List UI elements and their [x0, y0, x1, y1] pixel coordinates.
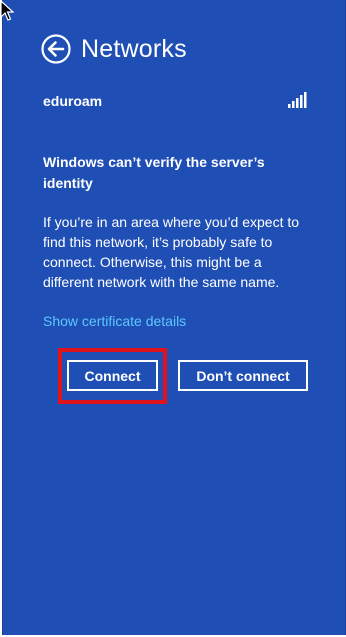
network-name: eduroam [43, 93, 103, 109]
network-item: eduroam [43, 92, 308, 112]
page-title: Networks [81, 34, 187, 63]
connect-button[interactable]: Connect [67, 360, 158, 391]
warning-body: If you’re in an area where you’d expect … [43, 214, 300, 290]
warning-heading: Windows can’t verify the server’s identi… [43, 154, 265, 191]
mouse-cursor-icon [0, 0, 14, 21]
show-certificate-link[interactable]: Show certificate details [43, 313, 186, 329]
dont-connect-button[interactable]: Don’t connect [178, 360, 308, 391]
wifi-signal-full-icon [288, 92, 307, 108]
panel-header: Networks [41, 32, 187, 66]
networks-panel: Networks eduroam Windows can’t verify th… [2, 0, 346, 635]
back-arrow-circle-icon[interactable] [41, 34, 71, 64]
